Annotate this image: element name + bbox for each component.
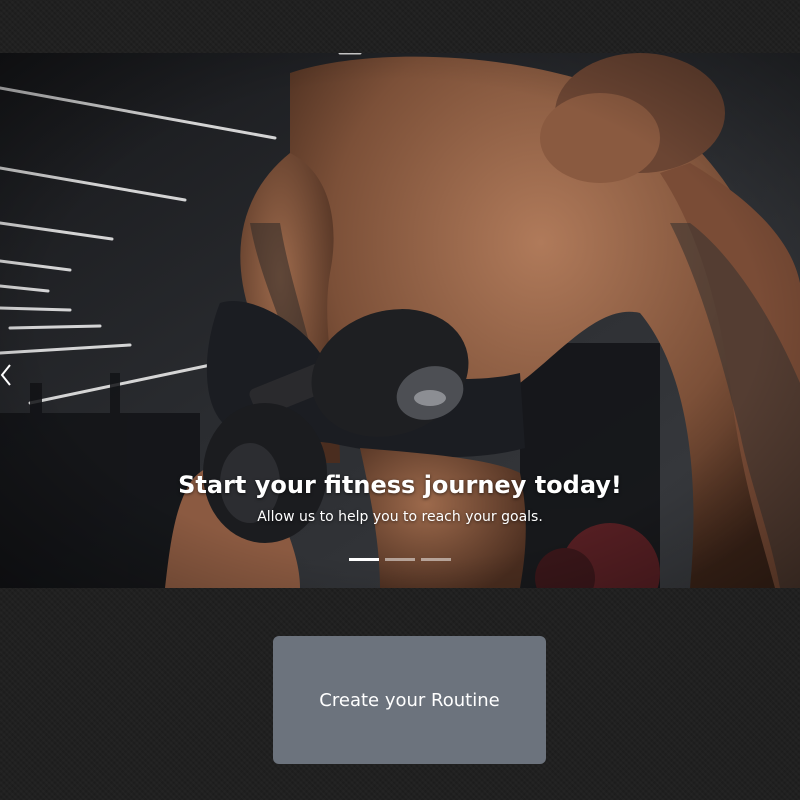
- hero-title: Start your fitness journey today!: [178, 471, 622, 499]
- hero-subtitle: Allow us to help you to reach your goals…: [257, 509, 543, 525]
- carousel-indicators: [0, 558, 800, 561]
- hero-carousel: Start your fitness journey today! Allow …: [0, 53, 800, 588]
- carousel-indicator-2[interactable]: [385, 558, 415, 561]
- carousel-indicator-3[interactable]: [421, 558, 451, 561]
- carousel-caption: Start your fitness journey today! Allow …: [0, 467, 800, 527]
- carousel-prev-button[interactable]: [0, 353, 22, 397]
- carousel-indicator-1[interactable]: [349, 558, 379, 561]
- create-routine-button[interactable]: Create your Routine: [273, 636, 546, 764]
- page: Start your fitness journey today! Allow …: [0, 0, 800, 800]
- chevron-left-icon: [0, 364, 11, 386]
